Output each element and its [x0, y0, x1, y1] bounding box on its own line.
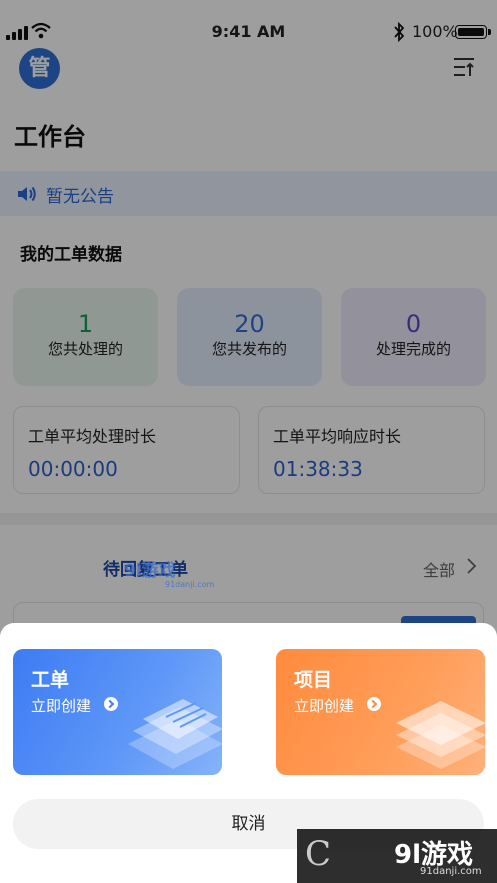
- arrow-right-circle-icon: [367, 697, 381, 711]
- watermark-domain: 91danji.com: [165, 580, 215, 589]
- create-project-card[interactable]: 项目 立即创建: [276, 649, 485, 775]
- card-subtitle: 立即创建: [294, 697, 355, 715]
- watermark-logo: 9l游戏: [124, 561, 176, 581]
- document-stack-icon: [128, 699, 222, 769]
- watermark-c-icon: C: [305, 834, 332, 874]
- create-workorder-card[interactable]: 工单 立即创建: [13, 649, 222, 775]
- layers-icon: [396, 701, 485, 769]
- card-title: 项目: [294, 669, 333, 691]
- arrow-right-circle-icon: [104, 697, 118, 711]
- watermark-brand-domain: 91danji.com: [420, 866, 482, 877]
- card-title: 工单: [31, 669, 70, 691]
- card-subtitle: 立即创建: [31, 697, 92, 715]
